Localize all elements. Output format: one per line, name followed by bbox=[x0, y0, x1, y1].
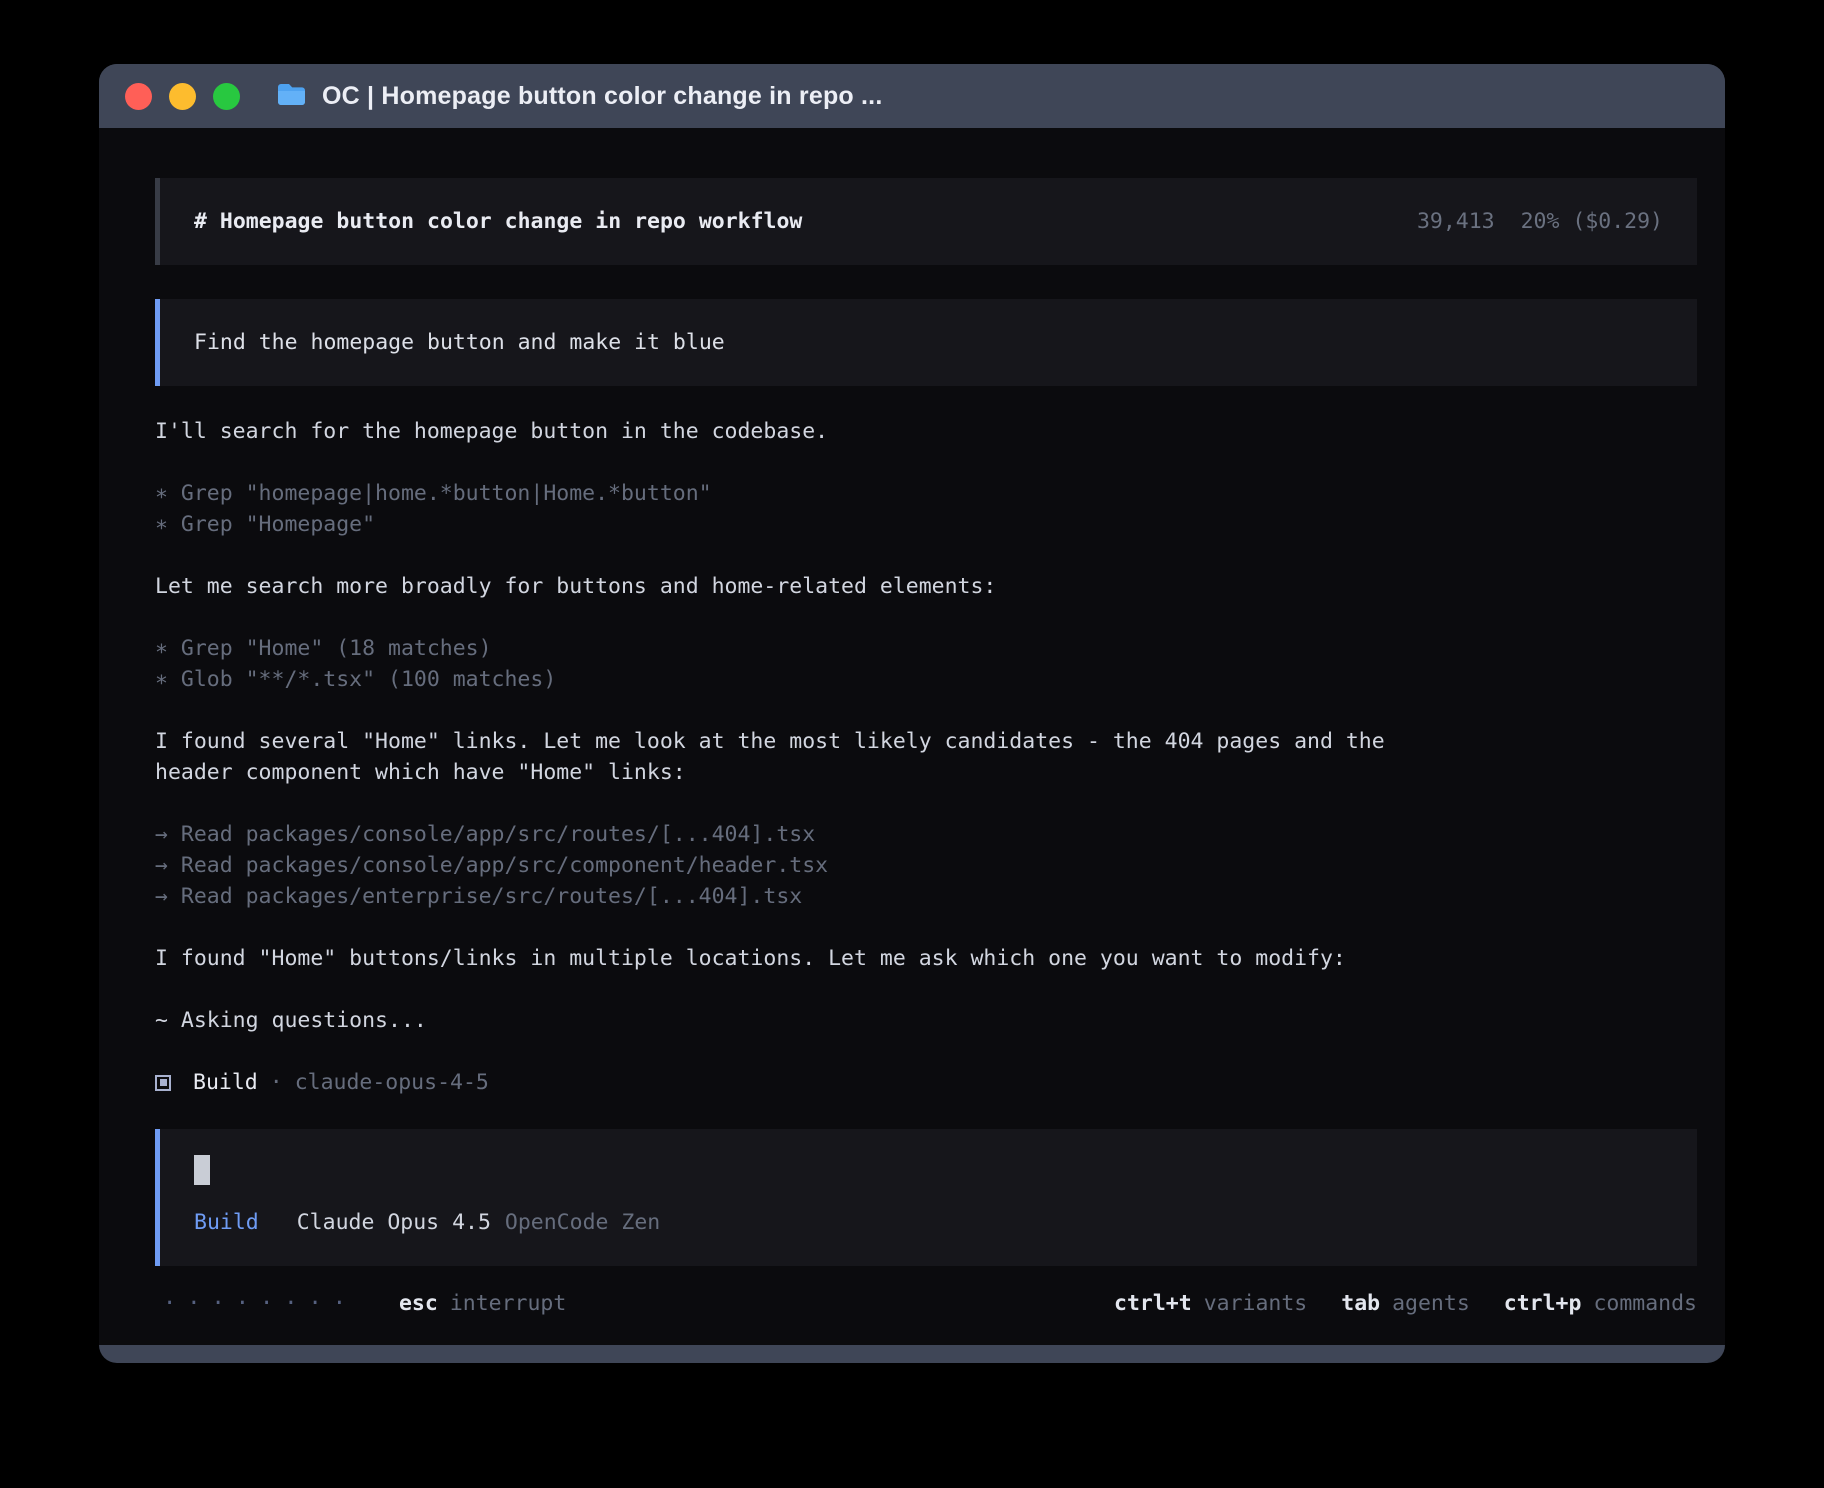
status-text-line: ~ Asking questions... bbox=[155, 1005, 1435, 1036]
tool-call-line: → Read packages/enterprise/src/routes/[.… bbox=[155, 881, 1435, 912]
agent-separator: · bbox=[270, 1067, 283, 1098]
status-bar: ········ esc interrupt ctrl+t variants t… bbox=[155, 1288, 1697, 1319]
keybind-esc: esc interrupt bbox=[399, 1288, 566, 1319]
assistant-text-line: I found "Home" buttons/links in multiple… bbox=[155, 943, 1435, 974]
session-meta: 39,413 20% ($0.29) bbox=[1417, 206, 1663, 237]
tool-call-line: → Read packages/console/app/src/componen… bbox=[155, 850, 1435, 881]
model-label: Claude Opus 4.5 bbox=[297, 1207, 491, 1238]
agent-model: claude-opus-4-5 bbox=[295, 1067, 489, 1098]
keybind-variants: ctrl+t variants bbox=[1114, 1288, 1307, 1319]
title-group: OC | Homepage button color change in rep… bbox=[276, 82, 882, 111]
assistant-text-line: I found several "Home" links. Let me loo… bbox=[155, 726, 1435, 788]
keybind-commands: ctrl+p commands bbox=[1504, 1288, 1697, 1319]
status-right: ctrl+t variants tab agents ctrl+p comman… bbox=[1080, 1288, 1697, 1319]
titlebar: OC | Homepage button color change in rep… bbox=[99, 64, 1725, 128]
assistant-text-line: I'll search for the homepage button in t… bbox=[155, 416, 1435, 447]
tool-call-line: ∗ Grep "Home" (18 matches) bbox=[155, 633, 1435, 664]
kbd-ctrl-p: ctrl+p bbox=[1504, 1288, 1582, 1319]
provider-label: OpenCode Zen bbox=[505, 1207, 660, 1238]
busy-indicator: ········ bbox=[163, 1288, 357, 1319]
tool-call-line: → Read packages/console/app/src/routes/[… bbox=[155, 819, 1435, 850]
context-usage: 20% ($0.29) bbox=[1521, 206, 1663, 237]
terminal-content: # Homepage button color change in repo w… bbox=[99, 128, 1725, 1345]
tool-call-line: ∗ Grep "homepage|home.*button|Home.*butt… bbox=[155, 478, 1435, 509]
prompt-input[interactable]: Build Claude Opus 4.5 OpenCode Zen bbox=[155, 1129, 1697, 1266]
tool-call-line: ∗ Grep "Homepage" bbox=[155, 509, 1435, 540]
folder-icon bbox=[276, 82, 307, 111]
token-count: 39,413 bbox=[1417, 206, 1495, 237]
text-cursor bbox=[194, 1155, 210, 1185]
mode-label: Build bbox=[194, 1207, 259, 1238]
kbd-ctrl-t: ctrl+t bbox=[1114, 1288, 1192, 1319]
traffic-lights bbox=[125, 83, 240, 110]
session-header: # Homepage button color change in repo w… bbox=[155, 178, 1697, 265]
hint-variants: variants bbox=[1204, 1288, 1308, 1319]
agent-status-line: Build · claude-opus-4-5 bbox=[155, 1067, 1697, 1098]
keybind-agents: tab agents bbox=[1341, 1288, 1470, 1319]
agent-name: Build bbox=[193, 1067, 258, 1098]
kbd-esc: esc bbox=[399, 1288, 438, 1319]
kbd-tab: tab bbox=[1341, 1288, 1380, 1319]
user-message: Find the homepage button and make it blu… bbox=[155, 299, 1697, 386]
transcript: I'll search for the homepage button in t… bbox=[155, 416, 1697, 1098]
assistant-text-line: Let me search more broadly for buttons a… bbox=[155, 571, 1435, 602]
terminal-window: OC | Homepage button color change in rep… bbox=[99, 64, 1725, 1363]
status-left: ········ esc interrupt bbox=[163, 1288, 566, 1319]
square-dot-icon bbox=[155, 1075, 171, 1091]
session-title: # Homepage button color change in repo w… bbox=[194, 206, 802, 237]
hint-interrupt: interrupt bbox=[450, 1288, 567, 1319]
hint-commands: commands bbox=[1593, 1288, 1697, 1319]
tool-call-line: ∗ Glob "**/*.tsx" (100 matches) bbox=[155, 664, 1435, 695]
close-button[interactable] bbox=[125, 83, 152, 110]
minimize-button[interactable] bbox=[169, 83, 196, 110]
model-row: Build Claude Opus 4.5 OpenCode Zen bbox=[194, 1207, 1663, 1238]
user-message-text: Find the homepage button and make it blu… bbox=[194, 330, 725, 355]
zoom-button[interactable] bbox=[213, 83, 240, 110]
window-title: OC | Homepage button color change in rep… bbox=[322, 82, 882, 111]
hint-agents: agents bbox=[1392, 1288, 1470, 1319]
